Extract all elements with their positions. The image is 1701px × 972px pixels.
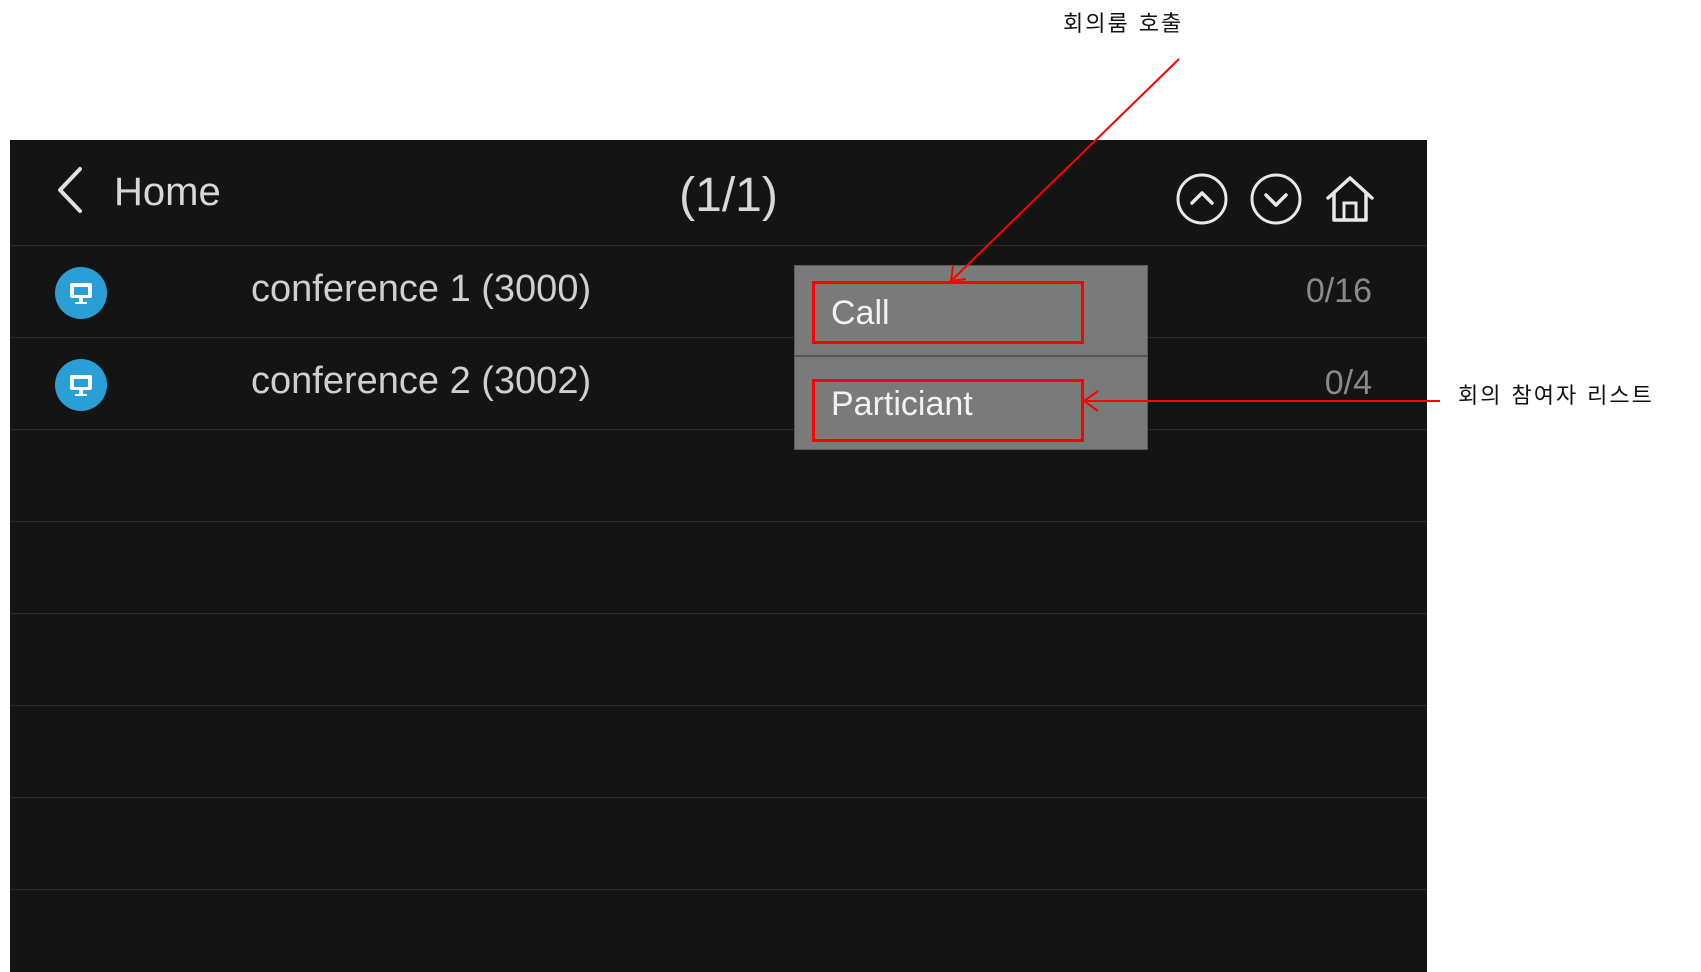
conference-name: conference 1 (3000) xyxy=(251,268,592,310)
annotation-call-label: 회의룸 호출 xyxy=(1063,12,1184,37)
scroll-up-button[interactable] xyxy=(1175,172,1229,226)
home-button[interactable] xyxy=(1323,172,1377,226)
home-icon xyxy=(1323,176,1377,230)
conference-count: 0/4 xyxy=(1324,364,1372,402)
monitor-icon xyxy=(55,359,107,411)
empty-row xyxy=(10,706,1427,798)
empty-row xyxy=(10,430,1427,522)
chevron-up-circle-icon xyxy=(1175,173,1229,230)
conference-count: 0/16 xyxy=(1305,272,1372,310)
conference-name: conference 2 (3002) xyxy=(251,360,592,402)
conference-row-2[interactable]: conference 2 (3002) 0/4 xyxy=(10,338,1427,430)
annotation-participant-label: 회의 참여자 리스트 xyxy=(1458,384,1654,409)
participant-highlight-box xyxy=(812,379,1084,442)
conference-row-1[interactable]: conference 1 (3000) 0/16 xyxy=(10,246,1427,338)
chevron-down-circle-icon xyxy=(1249,173,1303,230)
call-highlight-box xyxy=(812,281,1084,344)
empty-row xyxy=(10,522,1427,614)
device-screen: Home (1/1) conference 1 (3000) 0/16 conf… xyxy=(10,140,1427,972)
monitor-icon xyxy=(55,267,107,319)
header-bar: Home (1/1) xyxy=(10,140,1427,246)
empty-row xyxy=(10,614,1427,706)
empty-row xyxy=(10,798,1427,890)
scroll-down-button[interactable] xyxy=(1249,172,1303,226)
